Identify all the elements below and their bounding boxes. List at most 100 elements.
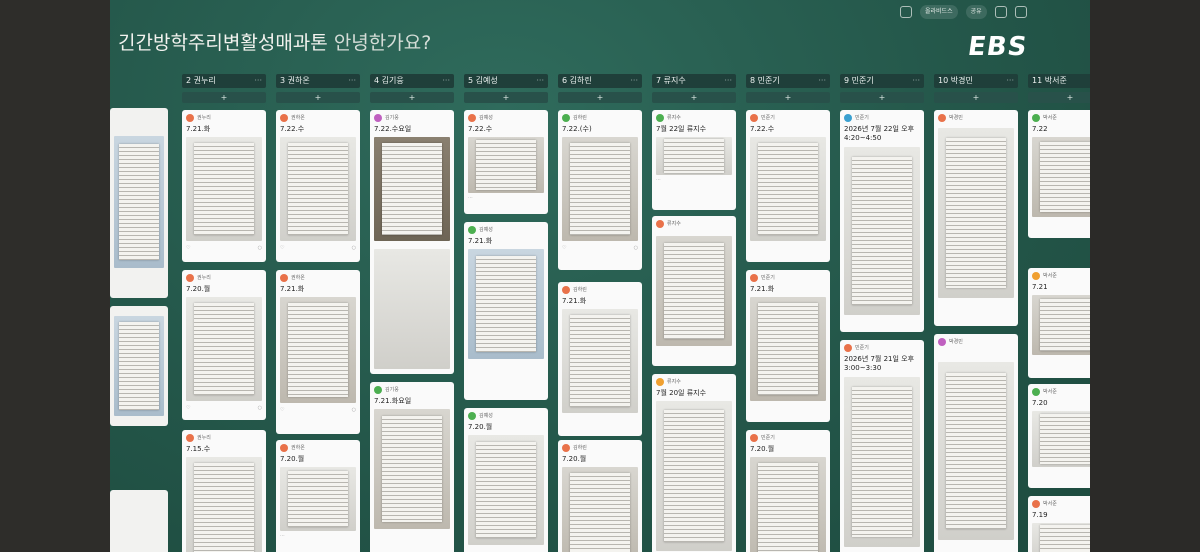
post-photo — [1032, 523, 1090, 552]
add-post-button[interactable]: + — [652, 92, 736, 103]
post-title: 7.21.화요일 — [374, 397, 412, 405]
post-card[interactable]: 류지수 7월 22일 류지수 ··· — [652, 110, 736, 210]
post-card[interactable]: 김하린 7.22.(수) ♡ ○ — [558, 110, 642, 270]
post-card[interactable]: 류지수 7월 20일 류지수 — [652, 374, 736, 552]
column-6: 6 김하린 ··· + 김하린 7.22.(수) ♡ ○ 김하린 7.21.화 김하… — [558, 74, 642, 552]
menu-icon[interactable] — [1014, 6, 1027, 18]
add-post-button[interactable]: + — [370, 92, 454, 103]
post-card[interactable]: 민준기 2026년 7월 21일 오후 3:00~3:30 — [840, 340, 924, 552]
column-header[interactable]: 2 권누리 ··· — [182, 74, 266, 88]
post-card[interactable]: 김예성 7.21.화 — [464, 222, 548, 400]
add-post-button[interactable]: + — [182, 92, 266, 103]
column-header[interactable]: 8 민준기 ··· — [746, 74, 830, 88]
post-photo — [656, 137, 732, 175]
post-card[interactable]: 김기웅 7.22.수요일 — [370, 110, 454, 374]
post-photo — [938, 362, 1014, 540]
post-card[interactable]: 민준기 2026년 7월 22일 오후 4:20~4:50 — [840, 110, 924, 332]
add-post-button[interactable]: + — [1028, 92, 1090, 103]
avatar — [938, 114, 946, 122]
avatar — [750, 274, 758, 282]
post-card[interactable]: 박서준 7.21 — [1028, 268, 1090, 378]
add-post-button[interactable]: + — [934, 92, 1018, 103]
post-title: 7.22.수 — [468, 125, 493, 133]
board-title: 긴간방학주리변활성매과톤 안녕한가요? — [118, 28, 431, 55]
column-header[interactable]: 9 민준기 ··· — [840, 74, 924, 88]
add-post-button[interactable]: + — [746, 92, 830, 103]
share-button[interactable]: 공유 — [965, 5, 987, 19]
column-header[interactable]: 6 김하린 ··· — [558, 74, 642, 88]
slideshow-button[interactable]: 올라비드스 — [920, 5, 958, 19]
comment-placeholder[interactable]: ··· — [464, 195, 548, 204]
heart-icon[interactable]: ♡ — [280, 407, 284, 413]
post-photo — [656, 236, 732, 346]
post-attachment — [374, 249, 450, 369]
heart-icon[interactable]: ♡ — [280, 245, 284, 251]
post-title: 2026년 7월 22일 오후 4:20~4:50 — [844, 125, 915, 142]
heart-icon[interactable]: ♡ — [562, 245, 566, 251]
post-card[interactable]: 권하온 7.20.월 ··· — [276, 440, 360, 552]
post-photo — [844, 147, 920, 315]
post-card[interactable]: 박서준 7.20 — [1028, 384, 1090, 488]
card-partial[interactable] — [110, 108, 168, 298]
comment-icon[interactable]: ○ — [352, 407, 356, 413]
column-header[interactable]: 7 류지수 ··· — [652, 74, 736, 88]
post-card[interactable]: 김하린 7.20.월 — [558, 440, 642, 552]
comment-icon[interactable]: ○ — [258, 245, 262, 251]
add-post-button[interactable]: + — [276, 92, 360, 103]
post-card[interactable]: 권하온 7.22.수 ♡ ○ — [276, 110, 360, 262]
comment-icon[interactable]: ○ — [634, 245, 638, 251]
post-card[interactable]: 민준기 7.22.수 — [746, 110, 830, 262]
post-title: 7.22.수요일 — [374, 125, 412, 133]
column-header[interactable]: 3 권하온 ··· — [276, 74, 360, 88]
comment-placeholder[interactable]: ··· — [276, 533, 360, 542]
add-post-button[interactable]: + — [464, 92, 548, 103]
post-card[interactable]: 김기웅 7.21.화요일 — [370, 382, 454, 552]
post-card[interactable]: 김하린 7.21.화 — [558, 282, 642, 436]
post-photo — [750, 297, 826, 401]
post-card[interactable]: 민준기 7.21.화 — [746, 270, 830, 422]
post-card[interactable]: 민준기 7.20.월 — [746, 430, 830, 552]
post-photo — [280, 297, 356, 403]
post-card[interactable]: 박서준 7.19 — [1028, 496, 1090, 552]
card-partial[interactable] — [110, 490, 168, 552]
post-card[interactable]: 권누리 7.21.화 ♡ ○ — [182, 110, 266, 262]
avatar — [656, 114, 664, 122]
add-post-button[interactable]: + — [840, 92, 924, 103]
avatar — [938, 338, 946, 346]
padlet-board: 긴간방학주리변활성매과톤 안녕한가요? 올라비드스 공유 EBS 2 권누리 ··… — [110, 0, 1090, 552]
avatar — [280, 114, 288, 122]
comment-icon[interactable]: ○ — [258, 405, 262, 411]
search-icon[interactable] — [900, 6, 912, 18]
post-card[interactable]: 권누리 7.20.월 ♡ ○ — [182, 270, 266, 420]
column-header[interactable]: 5 김예성 ··· — [464, 74, 548, 88]
post-card[interactable]: 김예성 7.20.월 — [464, 408, 548, 552]
post-card[interactable]: 박경민 — [934, 334, 1018, 552]
comment-icon[interactable]: ○ — [352, 245, 356, 251]
column-header[interactable]: 4 김기웅 ··· — [370, 74, 454, 88]
card-partial[interactable] — [110, 306, 168, 426]
post-card[interactable]: 박서준 7.22 — [1028, 110, 1090, 238]
board-title-greeting: 안녕한가요? — [333, 32, 432, 54]
post-card[interactable]: 박경민 — [934, 110, 1018, 326]
post-photo — [1032, 411, 1090, 467]
post-title: 7.20 — [1032, 399, 1048, 407]
column-header[interactable]: 11 박서준··· — [1028, 74, 1090, 88]
avatar — [656, 378, 664, 386]
comment-placeholder[interactable]: ··· — [652, 177, 736, 186]
column-8: 8 민준기 ··· + 민준기 7.22.수 민준기 7.21.화 민준기 7.2… — [746, 74, 830, 552]
notification-icon[interactable] — [994, 6, 1007, 18]
add-post-button[interactable]: + — [558, 92, 642, 103]
post-photo — [1032, 295, 1090, 355]
post-card[interactable]: 김예성 7.22.수 ··· — [464, 110, 548, 214]
post-card[interactable]: 권누리 7.15.수 — [182, 430, 266, 552]
post-card[interactable]: 류지수 — [652, 216, 736, 366]
heart-icon[interactable]: ♡ — [186, 405, 190, 411]
post-photo — [750, 137, 826, 241]
avatar — [1032, 114, 1040, 122]
avatar — [468, 114, 476, 122]
heart-icon[interactable]: ♡ — [186, 245, 190, 251]
post-title: 7.20.월 — [468, 423, 493, 431]
post-card[interactable]: 권하온 7.21.화 ♡ ○ — [276, 270, 360, 434]
column-header[interactable]: 10 박경민 ··· — [934, 74, 1018, 88]
post-photo — [468, 249, 544, 359]
